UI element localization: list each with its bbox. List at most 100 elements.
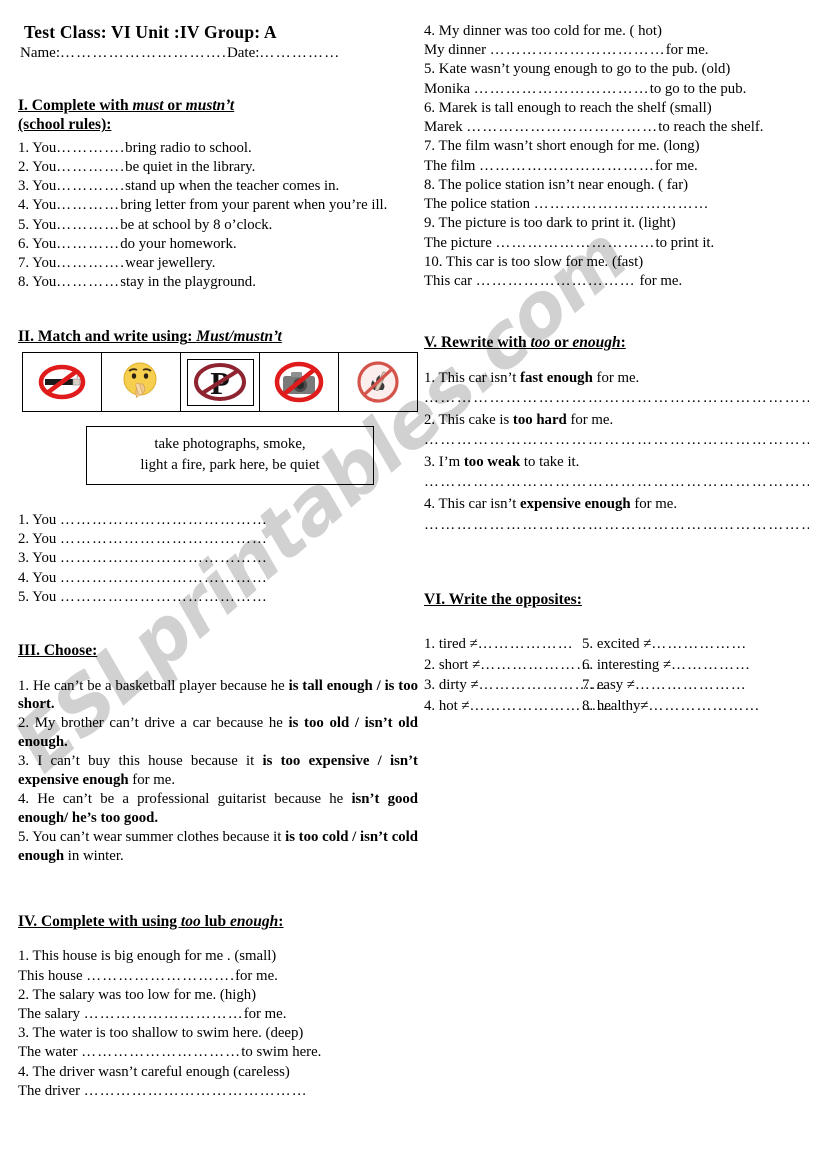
sign-icons-table: P: [22, 352, 418, 412]
target-phrase: fast enough: [520, 369, 593, 386]
answer-prefix: Marek: [424, 119, 467, 136]
exercise-1-heading-mustnt: mustn’t: [185, 97, 235, 114]
item-number: 5.: [18, 588, 30, 605]
item-prompt: 4. My dinner was too cold for me. ( hot): [424, 23, 662, 39]
answer-blank[interactable]: …………: [56, 217, 120, 233]
name-blank[interactable]: ………………………….: [60, 45, 227, 61]
answer-blank[interactable]: …………: [56, 274, 120, 290]
answer-suffix: for me.: [243, 1006, 287, 1022]
exercise-1-heading-line2: (school rules):: [18, 116, 112, 134]
item-prompt: 7. The film wasn’t short enough for me. …: [424, 138, 700, 155]
answer-blank[interactable]: …………………: [635, 677, 747, 693]
answer-blank[interactable]: …………………………: [496, 235, 656, 251]
item-word: short ≠: [438, 656, 481, 673]
answer-prefix: My dinner: [424, 42, 490, 59]
answer-blank[interactable]: …………………………………: [60, 512, 268, 528]
item-prompt: 3. The water is too shallow to swim here…: [18, 1025, 304, 1042]
answer-blank[interactable]: …………: [56, 197, 120, 213]
item-text-tail: for me.: [128, 772, 176, 789]
item-answer: Marek ………………………………to reach the shelf.: [424, 118, 809, 137]
item-text: be quiet in the library.: [125, 158, 256, 175]
answer-blank[interactable]: …………………: [649, 698, 761, 714]
item-number: 2.: [424, 656, 436, 673]
answer-blank[interactable]: …………………………: [84, 1006, 244, 1022]
item-subject: You: [32, 531, 57, 548]
answer-blank[interactable]: ………………………………………………………………………: [424, 474, 809, 491]
item-subject: You: [32, 512, 57, 528]
item-number: 4.: [18, 197, 30, 214]
list-item: 2. You………….be quiet in the library.: [18, 158, 418, 177]
answer-blank[interactable]: ………………: [651, 636, 747, 652]
answer-blank[interactable]: ……………………………: [534, 196, 710, 212]
item-prompt: 8. The police station isn’t near enough.…: [424, 176, 689, 193]
answer-blank[interactable]: ………….: [56, 178, 125, 194]
item-word: easy ≠: [596, 677, 635, 694]
item-number: 4.: [18, 569, 30, 586]
answer-blank[interactable]: …………………………: [476, 273, 636, 289]
item-number: 8.: [18, 274, 30, 291]
item-subject: You: [32, 235, 57, 252]
answer-blank[interactable]: ………….: [56, 140, 125, 156]
list-item: 2. This cake is too hard for me.: [424, 411, 809, 430]
answer-blank[interactable]: ………………………………………………………………………: [424, 432, 809, 449]
item-prompt: 9. The picture is too dark to print it. …: [424, 215, 676, 232]
item-text-tail: to take it.: [520, 454, 580, 471]
answer-blank[interactable]: ………………………………………………………………………: [424, 390, 809, 407]
list-item: 4. He can’t be a professional guitarist …: [18, 790, 418, 828]
list-item: 4. hot ≠………………………: [424, 697, 612, 717]
item-subject: You: [32, 158, 57, 175]
exercise-2-heading: II. Match and write using: Must/mustn’t: [18, 327, 418, 346]
icon-cell-no-parking: P: [180, 352, 260, 412]
left-column: Test Class: VI Unit :IV Group: A Name:………: [18, 22, 418, 1101]
answer-suffix: to swim here.: [241, 1044, 322, 1061]
item-text-tail: for me.: [592, 369, 640, 386]
item-text: stay in the playground.: [120, 274, 256, 291]
exercise-2-answer-lines: 1. You ………………………………… 2. You …………………………………: [18, 511, 418, 607]
answer-blank[interactable]: ………….: [56, 255, 125, 271]
item-text-tail: for me.: [630, 496, 678, 513]
answer-prefix: The water: [18, 1044, 82, 1061]
target-phrase: too weak: [463, 454, 521, 471]
answer-prefix: This house: [18, 967, 87, 984]
answer-blank[interactable]: …………………………: [81, 1044, 241, 1060]
item-text: 4. This car isn’t: [424, 496, 521, 513]
answer-blank[interactable]: ……………………………: [490, 42, 666, 58]
item-prompt: 5. Kate wasn’t young enough to go to the…: [424, 61, 731, 78]
no-parking-icon: P: [194, 363, 246, 401]
date-label: Date:: [226, 45, 260, 61]
answer-prefix: This car: [424, 273, 476, 290]
exercise-5-heading-enough: enough: [572, 334, 621, 352]
answer-blank[interactable]: ……………: [671, 657, 751, 673]
answer-blank[interactable]: …………………………………: [60, 531, 268, 547]
answer-blank[interactable]: ……………………………: [479, 158, 655, 174]
item-answer: The police station ……………………………: [424, 195, 809, 214]
item-number: 5.: [18, 216, 30, 233]
date-blank[interactable]: ……………: [259, 45, 340, 61]
answer-blank[interactable]: ………….: [56, 159, 125, 175]
answer-blank[interactable]: ………………………………: [466, 119, 658, 135]
answer-blank[interactable]: …………………………………: [60, 589, 268, 605]
list-item: 5. You…………be at school by 8 o’clock.: [18, 216, 418, 235]
answer-blank[interactable]: …………………………………: [60, 570, 268, 586]
item-text: bring letter from your parent when you’r…: [120, 197, 388, 214]
exercise-6-items: 1. tired ≠……………… 5. excited ≠……………… 2. s…: [424, 635, 809, 716]
item-answer: The salary …………………………for me.: [18, 1005, 418, 1024]
item-number: 2.: [18, 531, 30, 548]
answer-blank[interactable]: …………………: [480, 657, 592, 673]
answer-blank[interactable]: …………: [56, 236, 120, 252]
list-item: 7. easy ≠…………………: [582, 676, 809, 696]
exercise-6-heading: VI. Write the opposites:: [424, 590, 582, 608]
answer-blank[interactable]: ……………………….: [86, 968, 235, 984]
item-subject: You: [32, 255, 57, 272]
item-text: 1. This car isn’t: [424, 369, 521, 386]
target-phrase: too hard: [512, 411, 567, 428]
item-number: 1.: [424, 636, 436, 653]
item-answer: My dinner ……………………………for me.: [424, 41, 809, 60]
answer-blank[interactable]: ………………: [478, 636, 574, 652]
answer-blank[interactable]: ………………………………………………………………………: [424, 517, 809, 534]
answer-blank[interactable]: ……………………………: [474, 81, 650, 97]
page-title: Test Class: VI Unit :IV Group: A: [24, 22, 277, 42]
answer-blank[interactable]: ……………………………………: [84, 1083, 308, 1099]
item-number: 3.: [18, 178, 30, 195]
answer-blank[interactable]: …………………………………: [60, 550, 268, 566]
